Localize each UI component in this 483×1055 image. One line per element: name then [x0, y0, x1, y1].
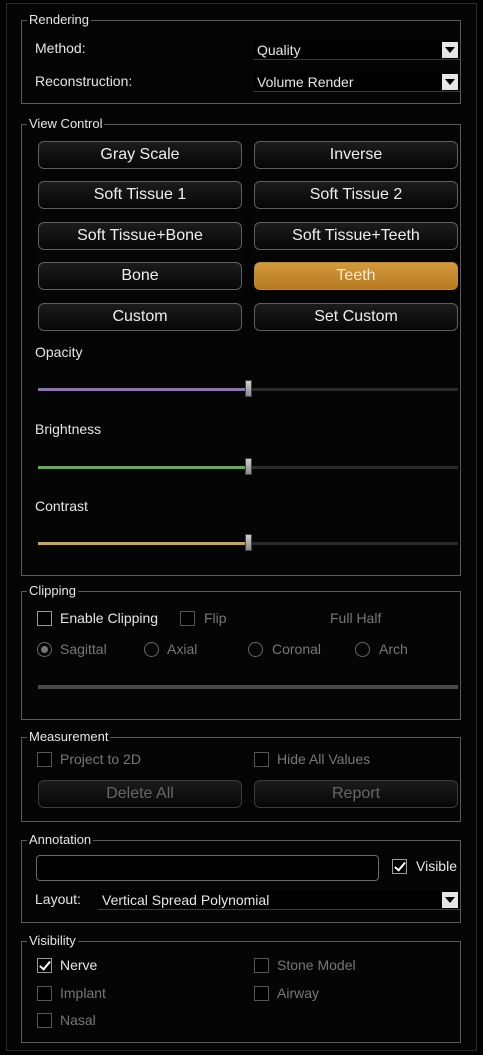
axial-label[interactable]: Axial [167, 640, 197, 658]
visibility-group: Visibility Nerve Stone Model Implant Air… [21, 933, 461, 1043]
control-panel: Rendering Method: Quality Reconstruction… [6, 3, 477, 1051]
clipping-position-bar[interactable] [38, 685, 458, 689]
enable-clipping-checkbox[interactable] [37, 611, 52, 626]
soft-tissue-1-button[interactable]: Soft Tissue 1 [38, 181, 242, 209]
view-control-legend: View Control [27, 116, 105, 132]
rendering-legend: Rendering [27, 12, 91, 28]
brightness-slider-fill [38, 466, 248, 469]
teeth-button[interactable]: Teeth [254, 262, 458, 290]
layout-value: Vertical Spread Polynomial [102, 892, 270, 908]
rendering-group: Rendering Method: Quality Reconstruction… [21, 12, 461, 104]
method-dropdown[interactable]: Quality [253, 40, 460, 60]
reconstruction-dropdown[interactable]: Volume Render [253, 72, 460, 92]
implant-label[interactable]: Implant [60, 984, 106, 1002]
opacity-label: Opacity [35, 344, 83, 360]
annotation-legend: Annotation [27, 832, 94, 848]
chevron-down-icon[interactable] [442, 892, 458, 908]
set-custom-button[interactable]: Set Custom [254, 303, 458, 331]
nasal-label[interactable]: Nasal [60, 1011, 96, 1029]
opacity-slider-fill [38, 388, 248, 391]
contrast-slider-handle[interactable] [245, 534, 252, 551]
visible-checkbox[interactable] [392, 859, 407, 874]
flip-checkbox[interactable] [180, 611, 195, 626]
airway-checkbox[interactable] [254, 986, 269, 1001]
layout-dropdown[interactable]: Vertical Spread Polynomial [98, 890, 460, 910]
contrast-slider-fill [38, 542, 248, 545]
soft-tissue-2-button[interactable]: Soft Tissue 2 [254, 181, 458, 209]
airway-label[interactable]: Airway [277, 984, 319, 1002]
contrast-slider[interactable] [38, 534, 458, 551]
sagittal-label[interactable]: Sagittal [60, 640, 107, 658]
stone-model-checkbox[interactable] [254, 958, 269, 973]
soft-tissue-teeth-button[interactable]: Soft Tissue+Teeth [254, 222, 458, 250]
enable-clipping-label[interactable]: Enable Clipping [60, 609, 158, 627]
visible-label[interactable]: Visible [416, 857, 457, 875]
hide-all-values-label[interactable]: Hide All Values [277, 750, 370, 768]
project-to-2d-label[interactable]: Project to 2D [60, 750, 141, 768]
sagittal-radio[interactable] [37, 642, 52, 657]
arch-radio[interactable] [355, 642, 370, 657]
reconstruction-label: Reconstruction: [35, 73, 133, 89]
method-label: Method: [35, 40, 86, 56]
annotation-group: Annotation Visible Layout: Vertical Spre… [21, 832, 461, 923]
custom-button[interactable]: Custom [38, 303, 242, 331]
clipping-group: Clipping Enable Clipping Flip Full Half … [21, 583, 461, 720]
method-value: Quality [257, 42, 301, 58]
contrast-label: Contrast [35, 498, 88, 514]
measurement-legend: Measurement [27, 729, 111, 745]
nerve-checkbox[interactable] [37, 958, 52, 973]
flip-label[interactable]: Flip [204, 609, 227, 627]
chevron-down-icon[interactable] [442, 42, 458, 58]
coronal-label[interactable]: Coronal [272, 640, 321, 658]
visibility-legend: Visibility [27, 933, 78, 949]
annotation-text-input[interactable] [36, 855, 379, 881]
measurement-group: Measurement Project to 2D Hide All Value… [21, 729, 461, 822]
inverse-button[interactable]: Inverse [254, 141, 458, 169]
stone-model-label[interactable]: Stone Model [277, 956, 356, 974]
clipping-legend: Clipping [27, 583, 78, 599]
delete-all-button[interactable]: Delete All [38, 780, 242, 808]
nasal-checkbox[interactable] [37, 1013, 52, 1028]
brightness-label: Brightness [35, 421, 102, 437]
gray-scale-button[interactable]: Gray Scale [38, 141, 242, 169]
view-control-group: View Control Gray Scale Inverse Soft Tis… [21, 116, 461, 576]
reconstruction-value: Volume Render [257, 74, 354, 90]
coronal-radio[interactable] [248, 642, 263, 657]
arch-label[interactable]: Arch [379, 640, 408, 658]
axial-radio[interactable] [144, 642, 159, 657]
brightness-slider[interactable] [38, 458, 458, 475]
project-to-2d-checkbox[interactable] [37, 752, 52, 767]
soft-tissue-bone-button[interactable]: Soft Tissue+Bone [38, 222, 242, 250]
brightness-slider-handle[interactable] [245, 458, 252, 475]
chevron-down-icon[interactable] [442, 74, 458, 90]
opacity-slider-handle[interactable] [245, 380, 252, 397]
hide-all-values-checkbox[interactable] [254, 752, 269, 767]
full-half-label[interactable]: Full Half [330, 609, 381, 627]
opacity-slider[interactable] [38, 380, 458, 397]
nerve-label[interactable]: Nerve [60, 956, 97, 974]
report-button[interactable]: Report [254, 780, 458, 808]
implant-checkbox[interactable] [37, 986, 52, 1001]
layout-label: Layout: [35, 891, 81, 907]
bone-button[interactable]: Bone [38, 262, 242, 290]
